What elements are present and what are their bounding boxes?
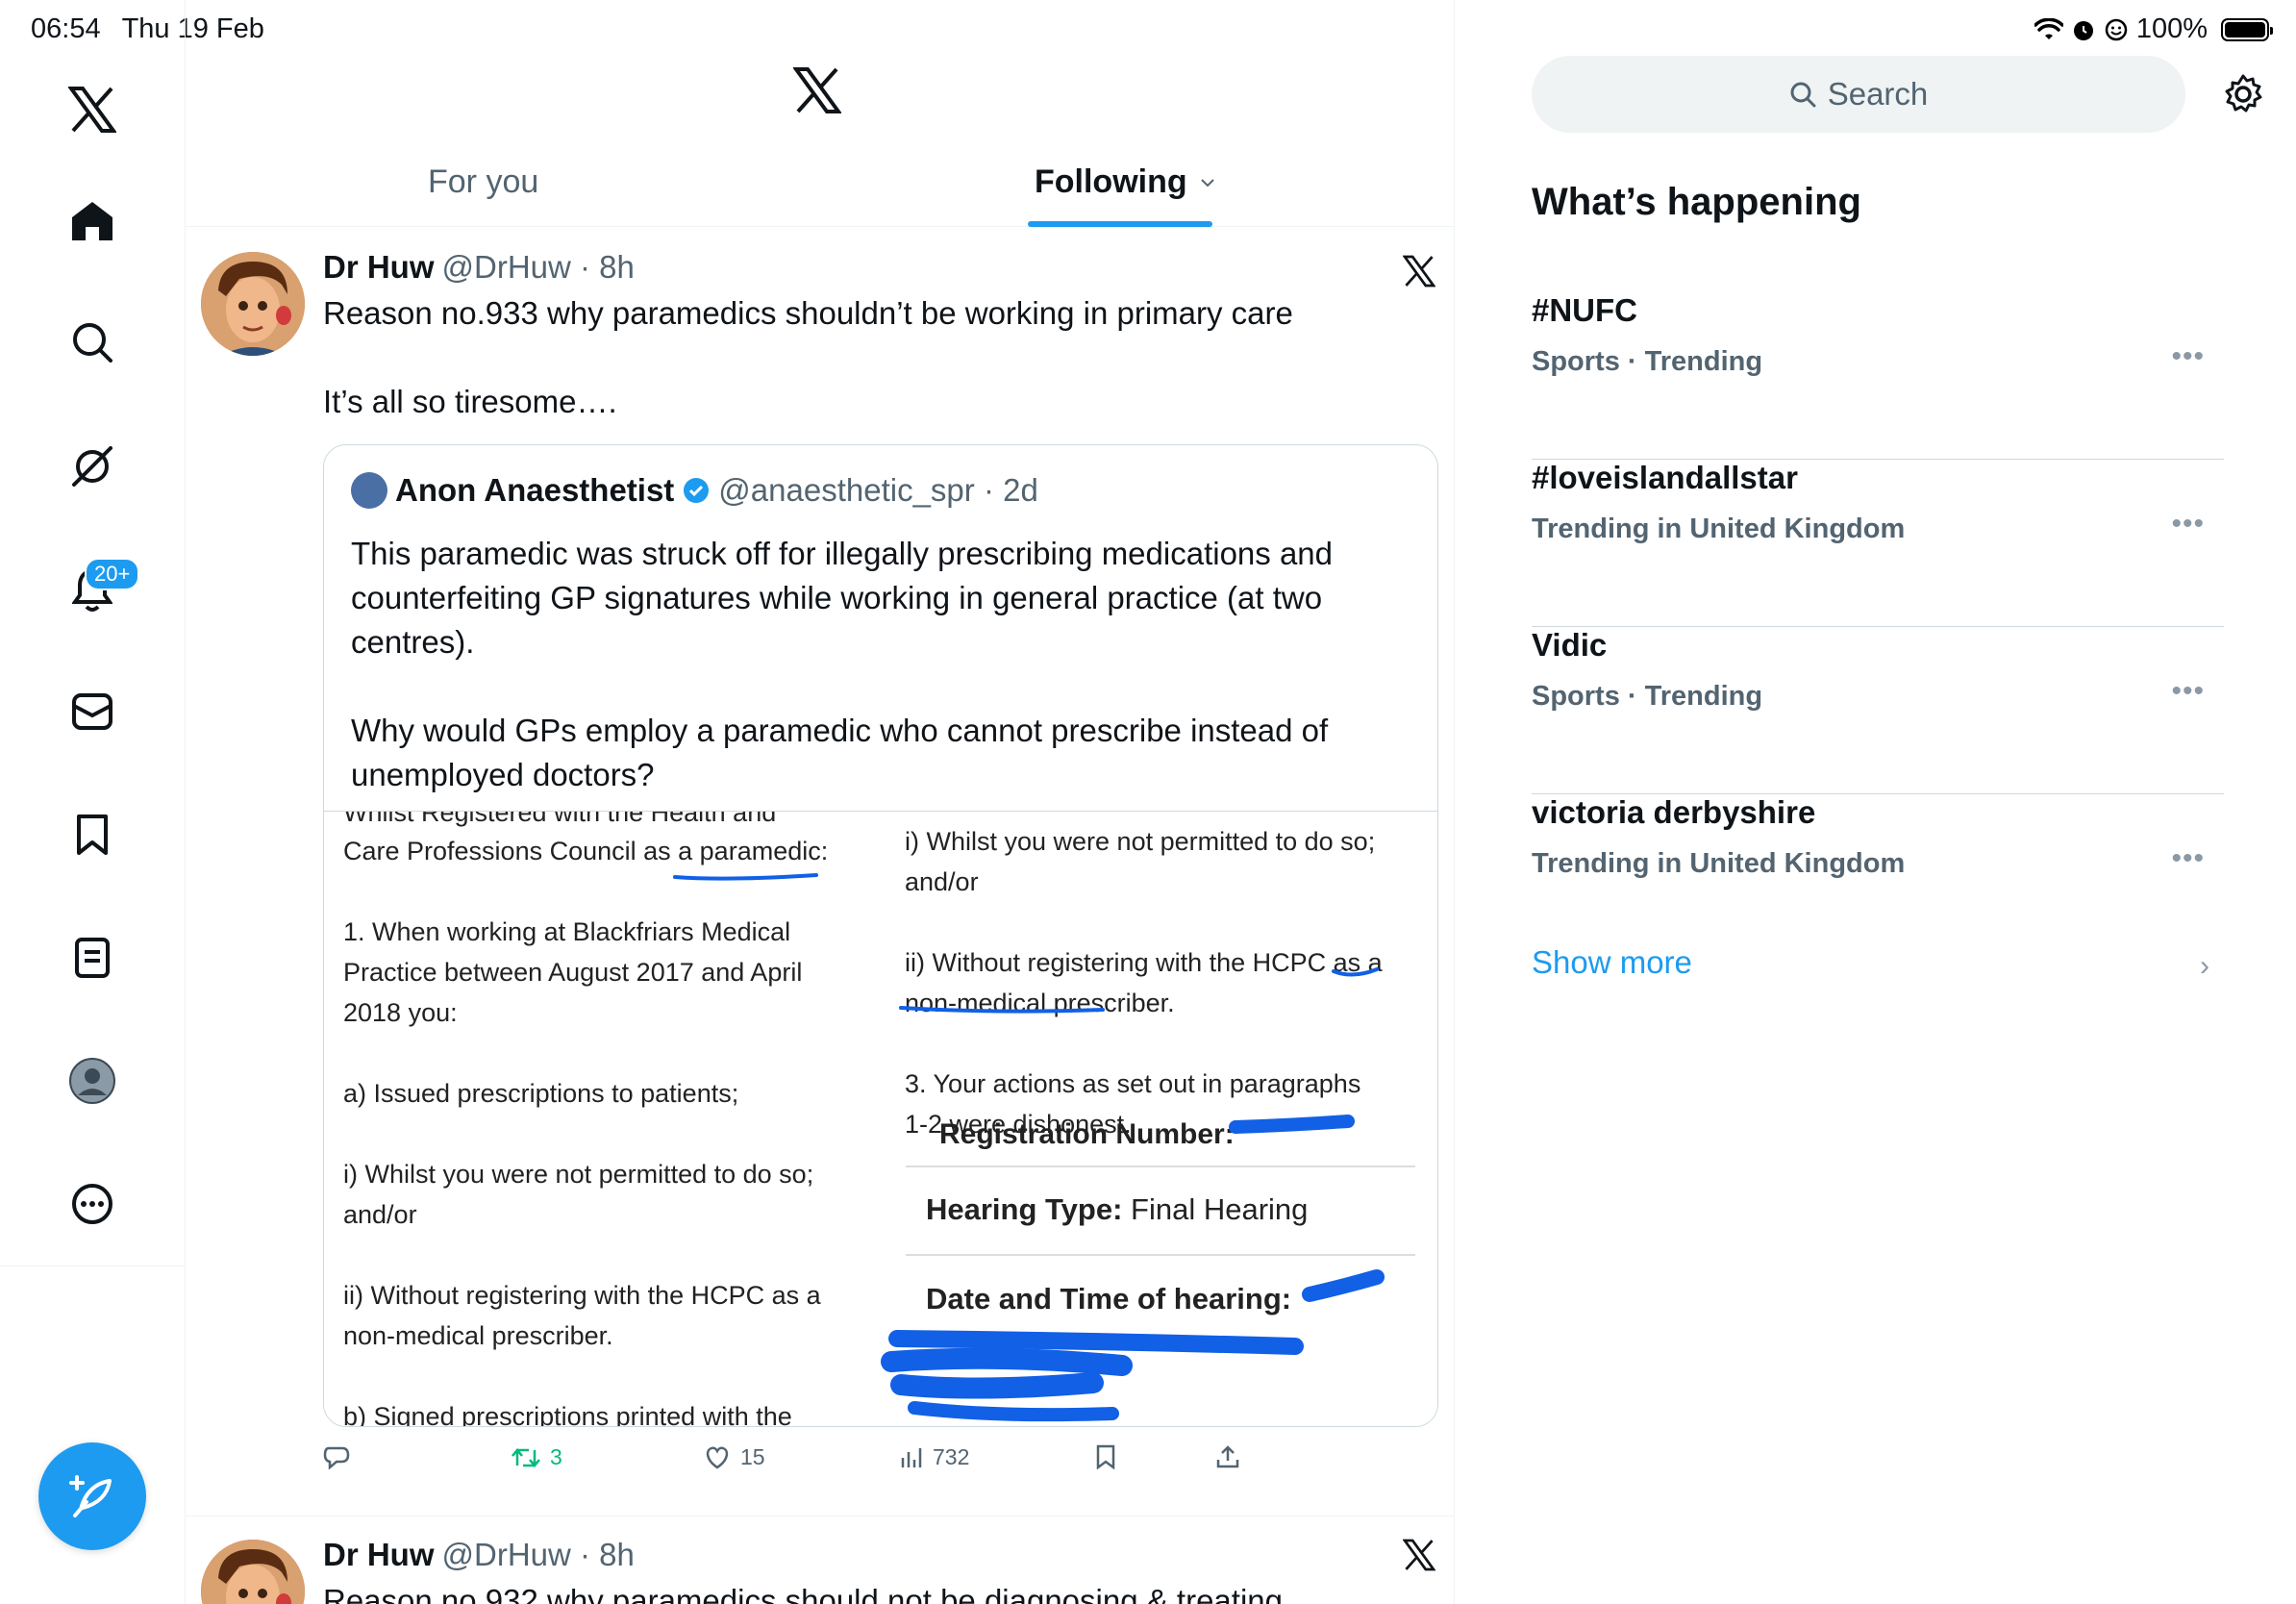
share-button[interactable]	[1215, 1444, 1240, 1469]
quote-handle-time: @anaesthetic_spr · 2d	[718, 472, 1038, 508]
tweet[interactable]: Dr Huw @DrHuw · 8h Reason no.933 why par…	[186, 228, 1455, 1516]
tweet-header: Dr Huw @DrHuw · 8h	[323, 1537, 635, 1573]
show-more-link[interactable]: Show more	[1532, 944, 1692, 981]
tab-following-label: Following	[1035, 163, 1187, 200]
trend-more-icon[interactable]: •••	[2171, 508, 2205, 540]
bookmark-icon	[1096, 1444, 1115, 1469]
tab-for-you[interactable]: For you	[428, 163, 538, 201]
x-header-logo-icon	[792, 67, 842, 118]
trend-item[interactable]: #loveislandallstar Trending in United Ki…	[1532, 460, 2224, 627]
trend-title: #NUFC	[1532, 292, 1638, 328]
x-badge-icon[interactable]	[1402, 255, 1436, 292]
author-handle-time[interactable]: @DrHuw · 8h	[442, 249, 635, 286]
bookmarks-icon[interactable]	[56, 798, 129, 871]
home-icon[interactable]	[56, 185, 129, 258]
chevron-right-icon: ›	[2200, 950, 2209, 982]
lists-icon[interactable]	[56, 921, 129, 994]
compose-feather-icon	[69, 1475, 112, 1517]
author-name[interactable]: Dr Huw	[323, 249, 435, 286]
trend-item[interactable]: #NUFC Sports · Trending •••	[1532, 292, 2224, 460]
right-sidebar: Search What’s happening #NUFC Sports · T…	[1455, 0, 2296, 1604]
trend-item[interactable]: Vidic Sports · Trending •••	[1532, 627, 2224, 794]
profile-avatar-icon[interactable]	[56, 1044, 129, 1117]
heart-icon	[706, 1446, 729, 1469]
author-name[interactable]: Dr Huw	[323, 1537, 435, 1573]
search-icon[interactable]	[56, 306, 129, 379]
trend-title: victoria derbyshire	[1532, 794, 1816, 830]
trend-subtitle: Trending in United Kingdom	[1532, 514, 1906, 544]
author-handle-time[interactable]: @DrHuw · 8h	[442, 1537, 635, 1573]
views-chart-icon	[901, 1447, 922, 1467]
compose-button[interactable]	[38, 1442, 146, 1550]
trend-title: Vidic	[1532, 627, 1608, 663]
tweet-text: Reason no.933 why paramedics shouldn’t b…	[323, 295, 1293, 419]
tweet[interactable]: Dr Huw @DrHuw · 8h Reason no.932 why par…	[186, 1517, 1455, 1604]
reply-button[interactable]	[323, 1444, 360, 1469]
quote-avatar	[351, 472, 387, 509]
like-count: 15	[740, 1444, 765, 1469]
search-placeholder: Search	[1827, 76, 1929, 112]
bookmark-button[interactable]	[1095, 1444, 1116, 1469]
reply-icon	[323, 1446, 350, 1469]
tab-for-you-label: For you	[428, 163, 539, 200]
views-count: 732	[933, 1444, 970, 1469]
doc-annotation-scribbles	[673, 873, 1385, 1422]
chevron-down-icon	[1200, 178, 1214, 187]
repost-button[interactable]: 3	[512, 1444, 562, 1470]
repost-icon	[512, 1447, 540, 1467]
trend-more-icon[interactable]: •••	[2171, 842, 2205, 875]
avatar[interactable]	[201, 1540, 305, 1604]
tweet-header: Dr Huw @DrHuw · 8h	[323, 249, 635, 286]
x-badge-icon[interactable]	[1402, 1539, 1436, 1576]
trend-item[interactable]: victoria derbyshire Trending in United K…	[1532, 794, 2224, 910]
quote-tweet[interactable]: Anon Anaesthetist @anaesthetic_spr · 2d …	[323, 444, 1438, 1427]
verified-badge-icon	[684, 478, 710, 503]
trend-more-icon[interactable]: •••	[2171, 675, 2205, 708]
repost-count: 3	[550, 1444, 562, 1469]
quote-header: Anon Anaesthetist @anaesthetic_spr · 2d	[351, 472, 1038, 509]
notifications-badge: 20+	[85, 558, 140, 590]
trend-subtitle: Sports · Trending	[1532, 346, 1763, 377]
quote-text: This paramedic was struck off for illega…	[351, 536, 1334, 792]
search-icon	[1790, 82, 1816, 108]
trend-more-icon[interactable]: •••	[2171, 340, 2205, 373]
like-button[interactable]: 15	[704, 1444, 765, 1470]
quote-author-name: Anon Anaesthetist	[395, 472, 675, 508]
quote-document-image[interactable]: Whilst Registered with the Health and Ca…	[324, 811, 1437, 1426]
tab-following[interactable]: Following	[1035, 163, 1216, 201]
tweet-actions: 3 15 732	[323, 1444, 1419, 1483]
trend-title: #loveislandallstar	[1532, 460, 1798, 495]
active-tab-indicator	[1028, 221, 1212, 227]
grok-icon[interactable]	[56, 430, 129, 503]
avatar[interactable]	[201, 252, 305, 356]
trend-subtitle: Sports · Trending	[1532, 681, 1763, 712]
timeline: For you Following Dr Huw @DrHuw · 8h Rea…	[186, 0, 1455, 1604]
trend-subtitle: Trending in United Kingdom	[1532, 848, 1906, 879]
tweet-text: Reason no.932 why paramedics should not …	[323, 1583, 1283, 1604]
settings-gear-icon[interactable]	[2222, 73, 2264, 120]
messages-icon[interactable]	[56, 675, 129, 748]
whats-happening-title: What’s happening	[1532, 181, 1861, 223]
more-icon[interactable]	[56, 1167, 129, 1241]
share-icon	[1216, 1445, 1239, 1468]
views-button[interactable]: 732	[900, 1444, 969, 1470]
left-navigation: 20+	[0, 0, 186, 1604]
timeline-tabs: For you Following	[186, 144, 1455, 227]
x-logo-icon[interactable]	[56, 73, 129, 146]
search-input[interactable]: Search	[1532, 56, 2185, 133]
